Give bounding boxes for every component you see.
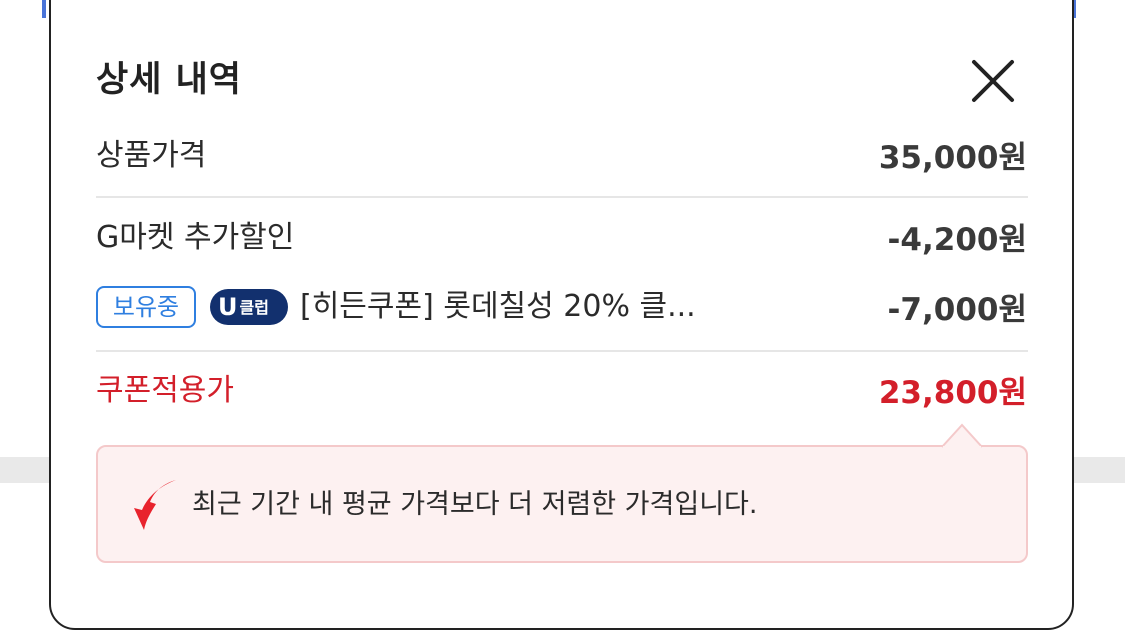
modal-title: 상세 내역 xyxy=(96,60,242,100)
divider xyxy=(96,196,1028,198)
notice-pointer xyxy=(942,423,982,449)
coupon-price-label: 쿠폰적용가 xyxy=(96,373,234,408)
background-edge-left xyxy=(42,0,46,18)
owned-badge: 보유중 xyxy=(96,286,196,328)
coupon-discount-value: -7,000원 xyxy=(887,292,1027,328)
notice-text: 최근 기간 내 평균 가격보다 더 저렴한 가격입니다. xyxy=(192,489,758,520)
coupon-price-value: 23,800원 xyxy=(878,375,1027,411)
uclub-badge-text: 클럽 xyxy=(239,298,269,317)
product-price-value: 35,000원 xyxy=(878,140,1027,176)
divider xyxy=(96,350,1028,352)
product-price-label: 상품가격 xyxy=(96,138,207,173)
uclub-badge: U 클럽 xyxy=(210,289,288,325)
close-icon xyxy=(972,60,1014,102)
gmarket-discount-value: -4,200원 xyxy=(887,222,1027,258)
gmarket-discount-label: G마켓 추가할인 xyxy=(96,220,295,255)
coupon-name: [히든쿠폰] 롯데칠성 20% 클... xyxy=(300,289,696,324)
close-button[interactable] xyxy=(966,54,1020,108)
uclub-badge-mark: U xyxy=(218,293,238,321)
red-down-arrow-icon xyxy=(134,480,176,530)
